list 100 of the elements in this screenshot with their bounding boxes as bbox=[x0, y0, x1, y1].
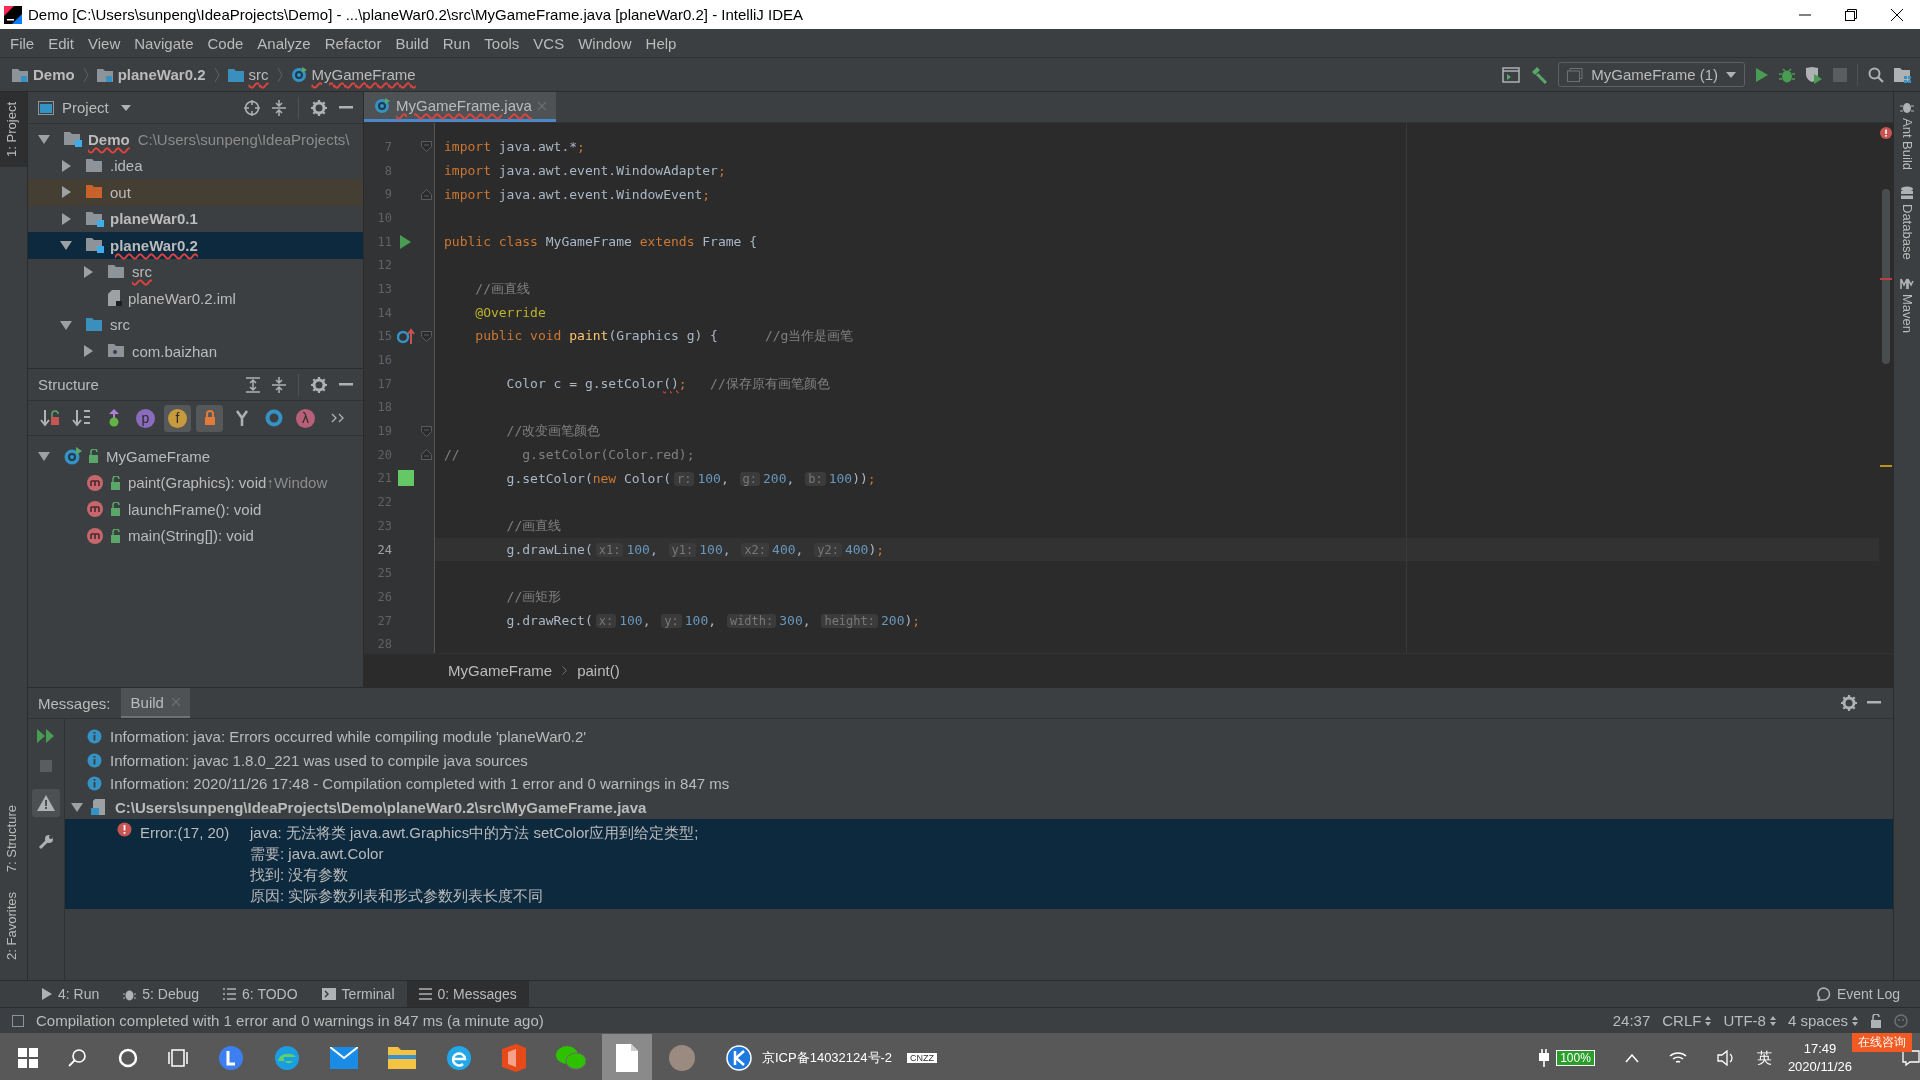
message-row[interactable]: Information: java: Errors occurred while compiling module 'planeWar0.2' bbox=[65, 725, 1893, 749]
chevron-up-icon[interactable] bbox=[1624, 1053, 1639, 1063]
browser-icon[interactable] bbox=[446, 1045, 472, 1071]
collapsed-arrow-icon[interactable] bbox=[60, 212, 72, 225]
breadcrumb-item[interactable]: Demo bbox=[12, 66, 75, 83]
tree-item[interactable]: src bbox=[28, 311, 363, 338]
breadcrumb-item[interactable]: MyGameFrame bbox=[290, 66, 416, 83]
breadcrumb-item[interactable]: paint() bbox=[577, 662, 620, 679]
filter-toggle[interactable] bbox=[196, 404, 223, 432]
wrench-icon[interactable] bbox=[38, 834, 54, 850]
tree-item[interactable]: com.baizhan bbox=[28, 338, 363, 365]
menu-item[interactable]: Analyze bbox=[250, 34, 318, 52]
browser-icon[interactable] bbox=[274, 1045, 300, 1071]
panel-tab[interactable]: Build bbox=[120, 688, 190, 718]
clock[interactable]: 17:49 2020/11/26 bbox=[1787, 1040, 1852, 1076]
structure-item[interactable]: main(String[]): void bbox=[28, 522, 363, 549]
message-row[interactable]: Information: javac 1.8.0_221 was used to compile java sources bbox=[65, 748, 1893, 772]
tool-window-tab[interactable]: 6: TODO bbox=[211, 981, 310, 1007]
tool-window-tab[interactable]: 7: Structure bbox=[0, 794, 27, 883]
settings-icon[interactable] bbox=[311, 376, 327, 393]
tool-window-tab[interactable]: 1: Project bbox=[0, 92, 27, 167]
menu-item[interactable]: File bbox=[3, 34, 42, 52]
locate-icon[interactable] bbox=[244, 99, 260, 116]
structure-item[interactable]: launchFrame(): void bbox=[28, 496, 363, 523]
caret-position[interactable]: 24:37 bbox=[1612, 1012, 1651, 1029]
collapsed-arrow-icon[interactable] bbox=[82, 265, 94, 278]
folder-icon[interactable] bbox=[388, 1047, 416, 1069]
hammer-icon[interactable] bbox=[1530, 65, 1549, 84]
tree-item[interactable]: planeWar0.2 bbox=[28, 232, 363, 259]
wifi-icon[interactable] bbox=[1668, 1050, 1687, 1066]
minimize-icon[interactable] bbox=[1867, 701, 1881, 705]
warning-toggle[interactable] bbox=[32, 789, 60, 817]
app-icon[interactable] bbox=[726, 1045, 752, 1071]
fold-icon[interactable] bbox=[421, 141, 432, 153]
structure-item[interactable]: paint(Graphics): void↑Window bbox=[28, 469, 363, 496]
cnzz-badge[interactable]: CNZZ bbox=[907, 1053, 938, 1063]
menu-item[interactable]: Help bbox=[638, 34, 684, 52]
inspector-icon[interactable] bbox=[1894, 1013, 1908, 1028]
dropdown-arrow-icon[interactable] bbox=[120, 104, 131, 111]
menu-item[interactable]: Window bbox=[571, 34, 639, 52]
menu-item[interactable]: Edit bbox=[41, 34, 82, 52]
battery-indicator[interactable]: 100% bbox=[1556, 1050, 1595, 1066]
rerun-icon[interactable] bbox=[37, 729, 55, 743]
avatar-icon[interactable] bbox=[668, 1044, 696, 1072]
collapse-all-icon[interactable] bbox=[272, 99, 286, 116]
coverage-run-icon[interactable] bbox=[1805, 65, 1823, 84]
unfold-icon[interactable] bbox=[421, 188, 432, 200]
tree-item[interactable]: src bbox=[28, 258, 363, 285]
menu-item[interactable]: VCS bbox=[526, 34, 572, 52]
consult-badge[interactable]: 在线咨询 bbox=[1852, 1033, 1912, 1052]
office-icon[interactable] bbox=[502, 1044, 526, 1072]
tool-window-tab[interactable]: Maven bbox=[1894, 267, 1920, 341]
menu-item[interactable]: Code bbox=[200, 34, 251, 52]
settings-icon[interactable] bbox=[1841, 695, 1857, 711]
menu-item[interactable]: Build bbox=[388, 34, 436, 52]
tree-item[interactable]: out bbox=[28, 179, 363, 206]
tool-window-tab[interactable]: Ant Build bbox=[1894, 92, 1920, 179]
bug-icon[interactable] bbox=[1779, 66, 1795, 83]
structure-item[interactable]: MyGameFrame bbox=[28, 443, 363, 470]
breadcrumb-item[interactable]: planeWar0.2 bbox=[96, 66, 206, 83]
tool-window-tab[interactable]: Terminal bbox=[309, 981, 407, 1007]
plug-icon[interactable] bbox=[1538, 1049, 1551, 1067]
search-icon[interactable] bbox=[68, 1048, 88, 1068]
menu-item[interactable]: Navigate bbox=[127, 34, 201, 52]
run-icon[interactable] bbox=[1755, 66, 1769, 83]
lock-icon[interactable] bbox=[1870, 1013, 1882, 1028]
taskbar-button[interactable] bbox=[602, 1034, 652, 1080]
collapsed-arrow-icon[interactable] bbox=[82, 345, 94, 358]
minimize-icon[interactable] bbox=[339, 382, 353, 387]
expanded-arrow-icon[interactable] bbox=[60, 318, 72, 331]
start-icon[interactable] bbox=[18, 1048, 38, 1068]
line-separator-selector[interactable]: CRLF bbox=[1662, 1012, 1712, 1029]
circle-icon[interactable] bbox=[118, 1048, 138, 1068]
menu-item[interactable]: View bbox=[81, 34, 128, 52]
error-message[interactable]: Error:(17, 20) java: 无法将类 java.awt.Graphics中的方法 setColor应用到给定类型; 需要: java.awt.Color 找到: 没有参数 原因: 实际参数列表和形式参数列表长度不同 bbox=[65, 819, 1893, 909]
panel-title[interactable]: Project bbox=[62, 99, 109, 116]
breadcrumb-item[interactable]: src bbox=[227, 66, 269, 83]
tree-item[interactable]: planeWar0.2.iml bbox=[28, 285, 363, 312]
run-configuration-dropdown[interactable]: MyGameFrame (1) bbox=[1558, 62, 1745, 87]
color-swatch[interactable] bbox=[397, 470, 414, 487]
unfold-icon[interactable] bbox=[421, 449, 432, 461]
tool-window-tab[interactable]: 2: Favorites bbox=[0, 882, 27, 970]
tool-window-tab[interactable]: 4: Run bbox=[30, 981, 112, 1007]
panel-toggle-icon[interactable] bbox=[12, 1014, 24, 1027]
file-message-row[interactable]: C:\Users\sunpeng\IdeaProjects\Demo\planeWar0.2\src\MyGameFrame.java bbox=[65, 795, 1893, 819]
chat-icon[interactable] bbox=[556, 1045, 586, 1071]
encoding-selector[interactable]: UTF-8 bbox=[1723, 1012, 1776, 1029]
notification-icon[interactable] bbox=[1902, 1050, 1920, 1066]
indent-selector[interactable]: 4 spaces bbox=[1787, 1012, 1858, 1029]
task-view-icon[interactable] bbox=[168, 1048, 188, 1068]
collapse-all-icon[interactable] bbox=[272, 376, 286, 393]
expand-all-icon[interactable] bbox=[246, 376, 260, 393]
project-structure-icon[interactable] bbox=[1894, 66, 1912, 83]
search-icon[interactable] bbox=[1868, 66, 1884, 83]
message-row[interactable]: Information: 2020/11/26 17:48 - Compilation completed with 1 error and 0 warnings in 847 ms bbox=[65, 772, 1893, 796]
fold-icon[interactable] bbox=[421, 425, 432, 437]
run-icon[interactable] bbox=[400, 234, 411, 249]
collapsed-arrow-icon[interactable] bbox=[60, 159, 72, 172]
expanded-arrow-icon[interactable] bbox=[38, 450, 50, 463]
menu-item[interactable]: Refactor bbox=[317, 34, 389, 52]
